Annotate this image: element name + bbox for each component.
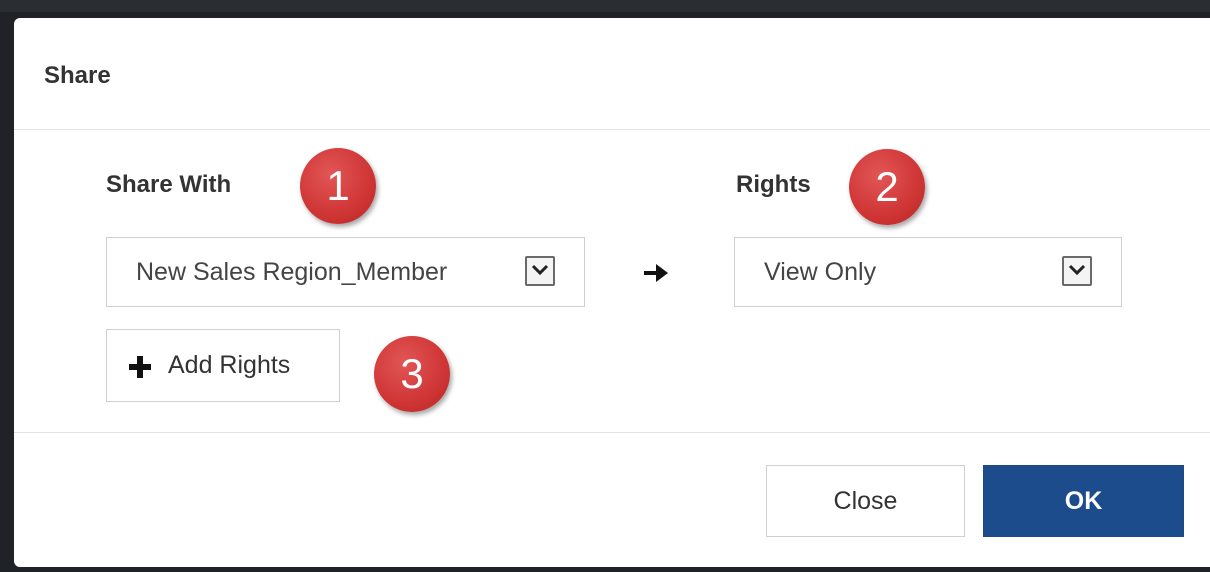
share-with-value: New Sales Region_Member (136, 258, 448, 286)
close-button[interactable]: Close (766, 465, 965, 537)
chevron-down-icon[interactable] (1062, 256, 1092, 286)
share-with-label: Share With (106, 171, 232, 198)
dialog-title: Share (44, 62, 111, 89)
ok-button[interactable]: OK (983, 465, 1184, 537)
step-badge-1: 1 (300, 148, 376, 224)
rights-select[interactable]: View Only (734, 237, 1122, 307)
share-with-select[interactable]: New Sales Region_Member (106, 237, 585, 307)
rights-value: View Only (764, 258, 877, 286)
step-badge-3: 3 (374, 336, 450, 412)
add-rights-label: Add Rights (168, 351, 291, 379)
rights-label: Rights (736, 171, 811, 198)
arrow-right-icon (644, 264, 668, 282)
plus-icon (129, 356, 151, 378)
background-overlay (0, 0, 1210, 12)
add-rights-button[interactable]: Add Rights (106, 329, 340, 402)
step-badge-2: 2 (849, 149, 925, 225)
dialog-header: Share (14, 18, 1210, 130)
chevron-down-icon[interactable] (525, 256, 555, 286)
footer-divider (14, 432, 1210, 433)
share-dialog: Share Share With 1 Rights 2 New Sales Re… (14, 18, 1210, 567)
